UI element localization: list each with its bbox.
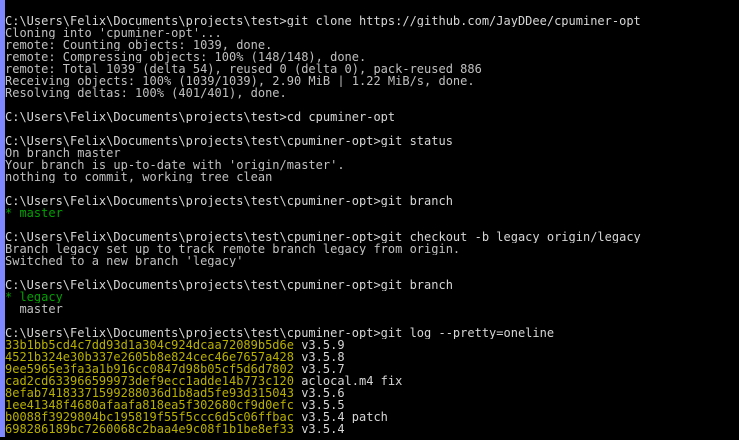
output-line: Receiving objects: 100% (1039/1039), 2.9… (5, 75, 475, 87)
prompt-line: C:\Users\Felix\Documents\projects\test>g… (5, 15, 641, 27)
output-line: remote: Counting objects: 1039, done. (5, 39, 273, 51)
prompt-line: C:\Users\Felix\Documents\projects\test>c… (5, 111, 396, 123)
commit-hash: 8efab74183371599288036d1b8ad5fe93d315043 (5, 387, 294, 399)
commit-hash: 4521b324e30b337e2605b8e824cec46e7657a428 (5, 351, 294, 363)
commit-message: v3.5.6 (293, 387, 345, 399)
commit-message: v3.5.5 (293, 399, 345, 411)
output-line: nothing to commit, working tree clean (5, 171, 273, 183)
output-line: master (5, 303, 63, 315)
commit-hash: 9ee5965e3fa3a1b916cc0847d98b05cf5d6d7802 (5, 363, 294, 375)
output-line: Resolving deltas: 100% (401/401), done. (5, 87, 287, 99)
current-branch-line: * legacy (5, 291, 63, 303)
commit-message: v3.5.7 (293, 363, 345, 375)
commit-hash: 698286189bc7260068c2baa4e9c08f1b1be8ef33 (5, 423, 294, 435)
commit-line: 8efab74183371599288036d1b8ad5fe93d315043… (5, 387, 739, 399)
output-line: Switched to a new branch 'legacy' (5, 255, 244, 267)
prompt-line: C:\Users\Felix\Documents\projects\test\c… (5, 327, 555, 339)
output-line: On branch master (5, 147, 121, 159)
commit-line: b0088f3929804bc195819f55f5ccc6d5c06ffbac… (5, 411, 739, 423)
terminal-window[interactable]: C:\Users\Felix\Documents\projects\test>g… (0, 0, 739, 440)
commit-line: 4521b324e30b337e2605b8e824cec46e7657a428… (5, 351, 739, 363)
output-line: remote: Total 1039 (delta 54), reused 0 … (5, 63, 482, 75)
current-branch-line: * master (5, 207, 63, 219)
commit-message: v3.5.4 (293, 423, 345, 435)
commit-hash: 1ee41348f4680afaafa818ea5f302680cf9d0efc (5, 399, 294, 411)
commit-hash: 33b1bb5cd4c7dd93d1a304c924dcaa72089b5d6e (5, 339, 294, 351)
output-line: remote: Compressing objects: 100% (148/1… (5, 51, 367, 63)
commit-message: v3.5.4 patch (293, 411, 388, 423)
commit-line: cad2cd633966599973def9ecc1adde14b773c120… (5, 375, 739, 387)
output-line: Your branch is up-to-date with 'origin/m… (5, 159, 345, 171)
commit-line: 9ee5965e3fa3a1b916cc0847d98b05cf5d6d7802… (5, 363, 739, 375)
commit-message: aclocal.m4 fix (293, 375, 403, 387)
output-line: Branch legacy set up to track remote bra… (5, 243, 461, 255)
prompt-line: C:\Users\Felix\Documents\projects\test\c… (5, 195, 453, 207)
prompt-line: C:\Users\Felix\Documents\projects\test\c… (5, 279, 453, 291)
commit-hash: cad2cd633966599973def9ecc1adde14b773c120 (5, 375, 294, 387)
commit-hash: b0088f3929804bc195819f55f5ccc6d5c06ffbac (5, 411, 294, 423)
commit-message: v3.5.8 (293, 351, 345, 363)
console-output[interactable]: C:\Users\Felix\Documents\projects\test>g… (5, 15, 739, 440)
commit-message: v3.5.9 (293, 339, 345, 351)
prompt-line: C:\Users\Felix\Documents\projects\test\c… (5, 231, 641, 243)
commit-line: 33b1bb5cd4c7dd93d1a304c924dcaa72089b5d6e… (5, 339, 739, 351)
output-line: Cloning into 'cpuminer-opt'... (5, 27, 222, 39)
commit-line: 698286189bc7260068c2baa4e9c08f1b1be8ef33… (5, 423, 739, 435)
commit-line: 1ee41348f4680afaafa818ea5f302680cf9d0efc… (5, 399, 739, 411)
prompt-line: C:\Users\Felix\Documents\projects\test\c… (5, 135, 453, 147)
